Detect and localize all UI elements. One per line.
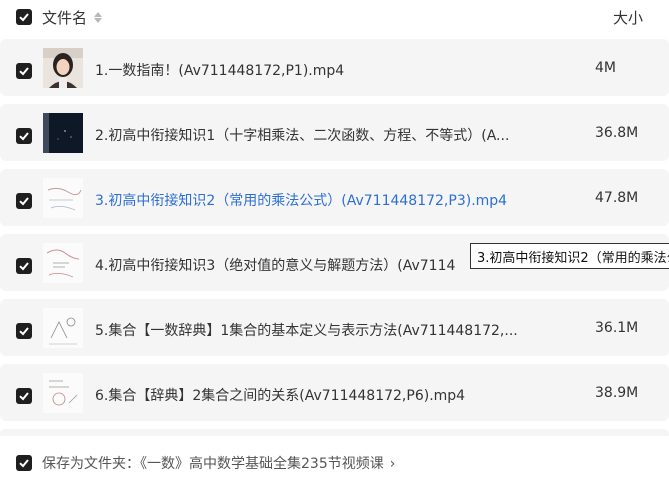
check-icon [19,459,29,468]
file-name: 1.一数指南！(Av711448172,P1).mp4 [95,63,345,79]
sort-by-name[interactable]: 文件名 [42,7,103,28]
file-checkbox[interactable] [16,388,32,404]
sort-icon [94,12,103,23]
video-thumbnail [43,178,83,218]
file-size: 4M [595,60,616,76]
file-name: 5.集合【一数辞典】1集合的基本定义与表示方法(Av711448172,... [95,323,518,339]
file-size: 47.8M [595,190,639,206]
size-column-label: 大小 [613,9,644,27]
file-name-tooltip: 3.初高中衔接知识2（常用的乘法公式）(Av711448172,P3).mp4 [470,243,669,269]
file-row[interactable]: 2.初高中衔接知识1（十字相乘法、二次函数、方程、不等式）(A... 36.8M [0,104,669,161]
file-checkbox[interactable] [16,128,32,144]
check-icon [19,262,29,271]
check-icon [19,197,29,206]
check-icon [19,13,29,22]
select-all-checkbox[interactable] [16,9,32,25]
video-thumbnail [43,373,83,413]
file-checkbox[interactable] [16,258,32,274]
check-icon [19,67,29,76]
video-thumbnail [43,48,83,88]
chevron-right-icon: › [389,456,396,472]
file-size: 38.9M [595,385,639,401]
file-name: 4.初高中衔接知识3（绝对值的意义与解题方法）(Av7114 [95,258,456,274]
file-checkbox[interactable] [16,63,32,79]
save-label: 保存为文件夹： [42,456,140,472]
file-size: 36.8M [595,125,639,141]
file-name: 2.初高中衔接知识1（十字相乘法、二次函数、方程、不等式）(A... [95,128,510,144]
video-thumbnail [43,243,83,283]
file-row[interactable]: 1.一数指南！(Av711448172,P1).mp4 4M [0,39,669,96]
file-size: 36.1M [595,320,639,336]
file-list-header: 文件名 大小 [0,0,669,36]
save-folder-name: 《一数》高中数学基础全集235节视频课 [140,456,384,472]
file-row[interactable]: 3.初高中衔接知识2（常用的乘法公式）(Av711448172,P3).mp4 … [0,169,669,226]
save-folder-bar: 保存为文件夹：《一数》高中数学基础全集235节视频课 › [0,436,669,486]
check-icon [19,132,29,141]
video-thumbnail [43,308,83,348]
file-row[interactable]: 5.集合【一数辞典】1集合的基本定义与表示方法(Av711448172,... … [0,299,669,356]
file-name: 3.初高中衔接知识2（常用的乘法公式）(Av711448172,P3).mp4 [95,193,508,209]
name-column-label: 文件名 [42,9,88,27]
video-thumbnail [43,113,83,153]
check-icon [19,392,29,401]
check-icon [19,327,29,336]
file-row[interactable]: 6.集合【辞典】2集合之间的关系(Av711448172,P6).mp4 38.… [0,364,669,421]
save-folder-link[interactable]: 保存为文件夹：《一数》高中数学基础全集235节视频课 › [42,453,395,473]
file-checkbox[interactable] [16,193,32,209]
file-name: 6.集合【辞典】2集合之间的关系(Av711448172,P6).mp4 [95,388,466,404]
save-as-folder-checkbox[interactable] [16,455,32,471]
file-checkbox[interactable] [16,323,32,339]
